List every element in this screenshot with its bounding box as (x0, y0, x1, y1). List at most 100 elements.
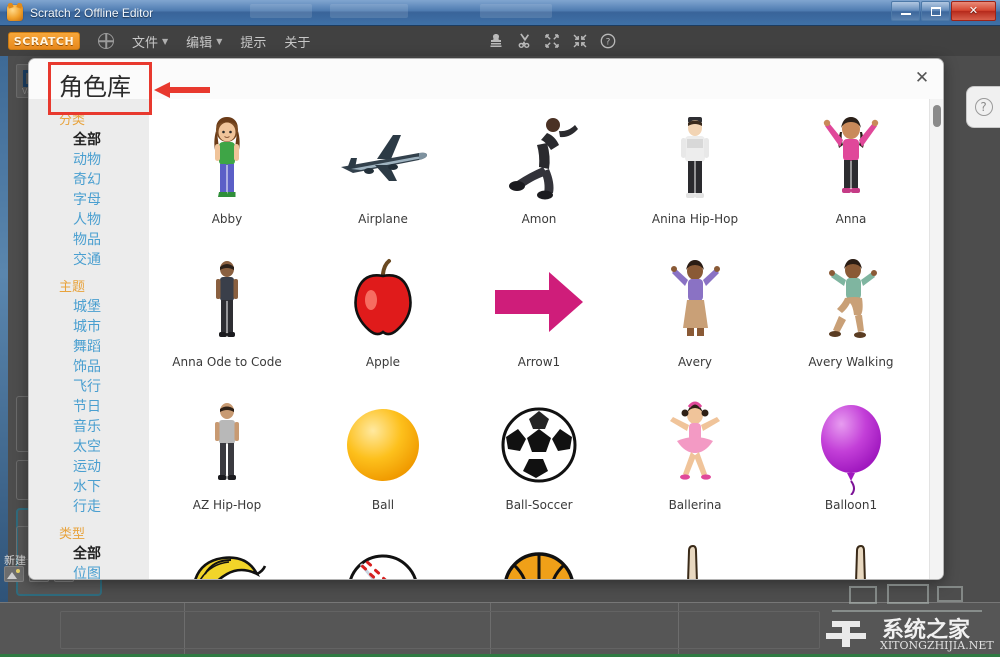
scissors-icon[interactable] (516, 33, 532, 49)
sidebar-heading-category: 分类 (59, 113, 86, 128)
sprite-name: Balloon1 (824, 498, 878, 512)
sprite-thumb-ballerina (643, 395, 747, 495)
window-controls: ✕ (891, 1, 996, 21)
sprite-thumb-balloon1 (799, 395, 903, 495)
grid-scrollbar[interactable] (929, 99, 943, 579)
sidebar-item-holiday[interactable]: 节日 (73, 397, 149, 417)
sidebar-item-walking[interactable]: 行走 (73, 497, 149, 517)
sprite-name: Abby (211, 212, 243, 226)
sprite-tile[interactable]: AZ Hip-Hop (149, 389, 305, 532)
sidebar-item-fantasy[interactable]: 奇幻 (73, 170, 149, 190)
sprite-thumb-az-hiphop (175, 395, 279, 495)
menu-item-file-label: 文件 (132, 35, 159, 51)
sprite-tile[interactable] (305, 532, 461, 579)
sidebar-item-transportation[interactable]: 交通 (73, 250, 149, 270)
sprite-tile[interactable]: Anna Ode to Code (149, 246, 305, 389)
sprite-tile[interactable]: Ball-Soccer (461, 389, 617, 532)
sprite-tile[interactable]: Airplane (305, 103, 461, 246)
sidebar-item-flying[interactable]: 飞行 (73, 377, 149, 397)
sidebar-heading-theme: 主题 (59, 280, 86, 295)
sprite-tile[interactable] (461, 532, 617, 579)
sidebar-heading-type: 类型 (59, 527, 86, 542)
sprite-name: Anna Ode to Code (172, 355, 282, 369)
sprite-grid: Abby Airplane Amon Anina Hip-Hop Anna An… (149, 99, 929, 579)
sprite-tile[interactable]: Avery Walking (773, 246, 929, 389)
sprite-tile[interactable] (773, 532, 929, 579)
sidebar-item-things[interactable]: 物品 (73, 230, 149, 250)
sprite-name: Ball (371, 498, 395, 512)
sprite-thumb-anna-ode-to-code (175, 252, 279, 352)
sprite-thumb-anna (799, 109, 903, 209)
sprite-thumb-amon (487, 109, 591, 209)
titlebar-ghost-1 (250, 4, 312, 18)
close-window-button[interactable]: ✕ (951, 1, 996, 21)
sidebar-item-castle[interactable]: 城堡 (73, 297, 149, 317)
globe-icon[interactable] (98, 33, 114, 49)
close-icon[interactable]: ✕ (913, 69, 931, 87)
sidebar-item-dressup[interactable]: 饰品 (73, 357, 149, 377)
sprite-thumb-anina-hiphop (643, 109, 747, 209)
menu-item-edit[interactable]: 编辑 ▼ (186, 32, 222, 51)
left-blue-strip (0, 56, 8, 602)
titlebar-ghost-3 (480, 4, 552, 18)
menu-item-tips-label: 提示 (240, 35, 267, 51)
chevron-down-icon: ▼ (216, 36, 223, 46)
sprite-tile[interactable]: Balloon1 (773, 389, 929, 532)
sprite-tile[interactable]: Anina Hip-Hop (617, 103, 773, 246)
sidebar-item-letters[interactable]: 字母 (73, 190, 149, 210)
sprite-tile[interactable]: Ballerina (617, 389, 773, 532)
menu-item-about[interactable]: 关于 (284, 32, 310, 51)
shrink-icon[interactable] (572, 33, 588, 49)
sidebar-item-people[interactable]: 人物 (73, 210, 149, 230)
sprite-tile[interactable]: Apple (305, 246, 461, 389)
sprite-name: Airplane (358, 212, 408, 226)
menu-item-file[interactable]: 文件 ▼ (132, 32, 168, 51)
stamp-icon[interactable] (488, 33, 504, 49)
sidebar-item-all-category[interactable]: 全部 (73, 130, 149, 150)
chevron-down-icon: ▼ (162, 36, 169, 46)
maximize-button[interactable] (921, 1, 950, 21)
sidebar-item-all-type[interactable]: 全部 (73, 544, 149, 564)
help-side-tab[interactable]: ? (966, 86, 1000, 128)
sprite-tile[interactable]: Arrow1 (461, 246, 617, 389)
sprite-tile[interactable] (149, 532, 305, 579)
grid-scroll-thumb[interactable] (933, 105, 941, 127)
sprite-thumb-banana (175, 538, 279, 579)
sprite-thumb-avery-walking (799, 252, 903, 352)
window-title: Scratch 2 Offline Editor (30, 5, 154, 20)
sprite-thumb-ball-soccer (487, 395, 591, 495)
sidebar-item-dance[interactable]: 舞蹈 (73, 337, 149, 357)
titlebar-ghost-2 (330, 4, 408, 18)
sprite-tile[interactable]: Anna (773, 103, 929, 246)
scratch-logo: SCRATCH (8, 32, 80, 50)
sprite-tile[interactable]: Abby (149, 103, 305, 246)
sprite-name: Ballerina (668, 498, 722, 512)
sprite-thumb-ball (331, 395, 435, 495)
bottom-status-strip (0, 602, 1000, 657)
scratch-menubar: SCRATCH 文件 ▼ 编辑 ▼ 提示 关于 ? (0, 26, 1000, 56)
sidebar-item-bitmap[interactable]: 位图 (73, 564, 149, 579)
help-icon[interactable]: ? (600, 33, 616, 49)
sprite-tile[interactable] (617, 532, 773, 579)
paint-new-sprite-icon[interactable] (4, 566, 24, 582)
sidebar-item-city[interactable]: 城市 (73, 317, 149, 337)
menu-item-about-label: 关于 (284, 35, 311, 51)
menu-item-tips[interactable]: 提示 (240, 32, 266, 51)
dialog-sidebar: 分类 全部 动物 奇幻 字母 人物 物品 交通 主题 城堡 城市 舞蹈 饰品 飞… (29, 99, 149, 579)
scratch-app-icon (7, 4, 23, 21)
sprite-tile[interactable]: Amon (461, 103, 617, 246)
dialog-header: 角色库 ✕ (29, 59, 943, 101)
sprite-thumb-airplane (331, 109, 435, 209)
window-titlebar: Scratch 2 Offline Editor ✕ (0, 0, 1000, 26)
sprite-thumb-apple (331, 252, 435, 352)
sidebar-item-space[interactable]: 太空 (73, 437, 149, 457)
sidebar-item-sports[interactable]: 运动 (73, 457, 149, 477)
sprite-tile[interactable]: Avery (617, 246, 773, 389)
sidebar-item-animals[interactable]: 动物 (73, 150, 149, 170)
sidebar-item-underwater[interactable]: 水下 (73, 477, 149, 497)
svg-text:?: ? (606, 37, 611, 47)
sidebar-item-music[interactable]: 音乐 (73, 417, 149, 437)
grow-icon[interactable] (544, 33, 560, 49)
sprite-tile[interactable]: Ball (305, 389, 461, 532)
minimize-button[interactable] (891, 1, 920, 21)
